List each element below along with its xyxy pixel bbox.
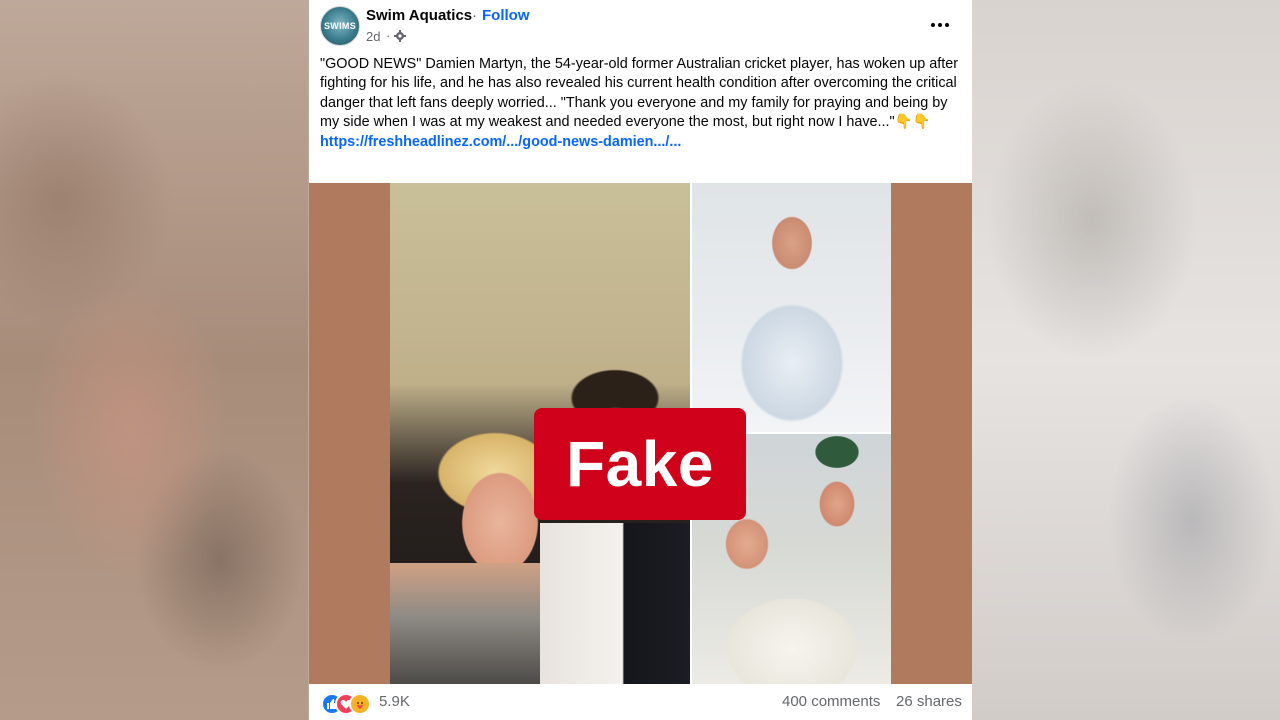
blurred-background-right (972, 0, 1280, 720)
shares-count[interactable]: 26 shares (896, 693, 962, 710)
more-options-icon[interactable] (929, 14, 951, 36)
facebook-post-card: SWIMS Swim Aquatics · Follow 2d · "GOOD … (309, 0, 972, 720)
page-name[interactable]: Swim Aquatics (366, 7, 472, 24)
timestamp-separator: · (386, 28, 391, 43)
page-avatar[interactable]: SWIMS (320, 6, 360, 46)
fake-label-overlay: Fake (534, 408, 746, 520)
post-image-collage[interactable]: Fake (309, 183, 972, 684)
post-body: "GOOD NEWS" Damien Martyn, the 54-year-o… (320, 55, 965, 152)
care-reaction-icon (349, 693, 371, 715)
photo-hospital-bed (692, 183, 891, 432)
follow-button[interactable]: Follow (482, 7, 530, 24)
avatar-logo-text: SWIMS (324, 21, 356, 31)
post-timestamp[interactable]: 2d (366, 29, 380, 44)
post-footer: 5.9K 400 comments 26 shares (309, 684, 972, 720)
comments-count[interactable]: 400 comments (782, 693, 880, 710)
photo-detail-suit (540, 523, 690, 684)
reaction-count[interactable]: 5.9K (379, 693, 410, 710)
gear-icon (394, 30, 406, 42)
blurred-background-left (0, 0, 308, 720)
photo-detail-dress (390, 563, 550, 684)
header-separator: · (472, 7, 477, 24)
post-message: "GOOD NEWS" Damien Martyn, the 54-year-o… (320, 56, 959, 131)
post-link[interactable]: https://freshheadlinez.com/.../good-news… (320, 133, 965, 152)
reactions-summary[interactable] (321, 693, 381, 715)
post-header: SWIMS Swim Aquatics · Follow 2d · (309, 0, 972, 50)
